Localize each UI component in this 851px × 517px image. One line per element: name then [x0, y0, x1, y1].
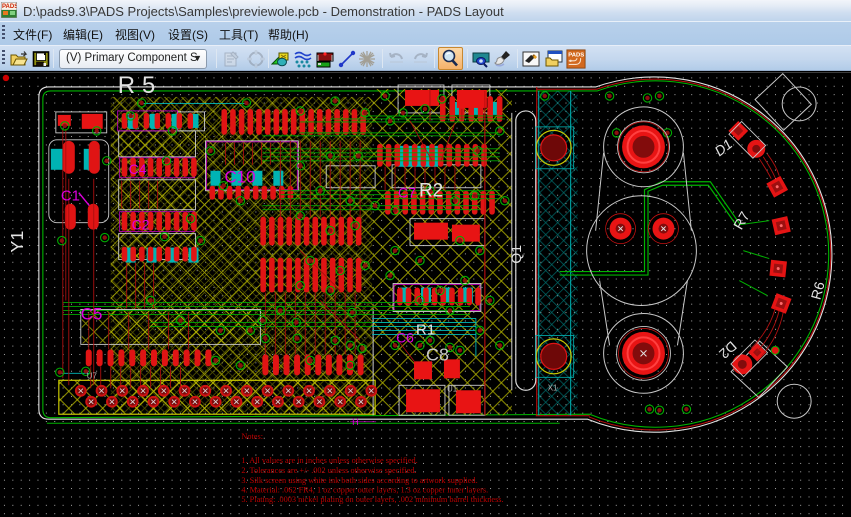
- svg-text:PADS: PADS: [2, 4, 17, 10]
- svg-text:C5: C5: [81, 304, 103, 323]
- svg-text:R5: R5: [118, 72, 163, 99]
- svg-text:C7: C7: [398, 185, 416, 201]
- svg-text:5. Plating: .0003 nickel pla: 5. Plating: .0003 nickel plating on oute…: [241, 495, 503, 504]
- svg-text:C10: C10: [224, 168, 255, 187]
- svg-text:3. Silk screen using white i: 3. Silk screen using white ink both side…: [241, 476, 477, 485]
- svg-text:H: H: [352, 417, 358, 427]
- svg-text:R2: R2: [419, 181, 443, 202]
- svg-text:Q1: Q1: [508, 245, 524, 264]
- svg-text:Notes:: Notes:: [241, 432, 263, 441]
- svg-text:C4: C4: [129, 161, 147, 177]
- svg-text:1. All values are in inches: 1. All values are in inches unless other…: [241, 456, 417, 465]
- svg-text:2. Tolerances are +/- .002: 2. Tolerances are +/- .002 unless otherw…: [241, 466, 416, 475]
- svg-text:C1: C1: [61, 188, 80, 205]
- svg-text:C8: C8: [426, 344, 449, 364]
- svg-text:C6: C6: [396, 329, 414, 345]
- svg-text:4. Material: .062 FR4, 1 oz: 4. Material: .062 FR4, 1 oz copper outer…: [241, 486, 488, 495]
- svg-text:Y1: Y1: [7, 231, 27, 253]
- svg-text:R1: R1: [416, 321, 435, 338]
- svg-text:PADS: PADS: [568, 52, 584, 58]
- svg-text:C2: C2: [132, 217, 150, 233]
- svg-text:X1: X1: [548, 383, 558, 392]
- svg-text:U1: U1: [447, 384, 458, 393]
- svg-text:U7: U7: [87, 371, 98, 380]
